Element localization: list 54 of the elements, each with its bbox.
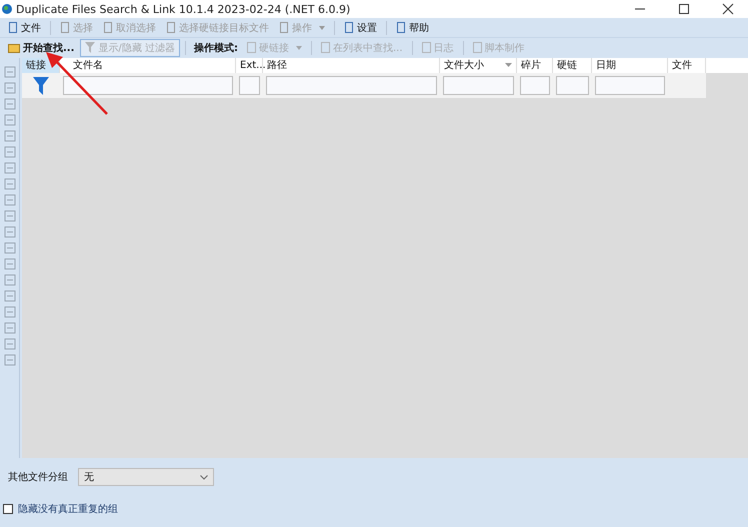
window-title: Duplicate Files Search & Link 10.1.4 2023-02-24 (.NET 6.0.9) [16,2,350,16]
mode-label: 操作模式: [192,42,239,54]
document-icon [344,22,354,33]
document-icon [60,22,70,33]
tool-icon[interactable] [4,98,16,110]
menu-item[interactable]: 帮助 [392,20,433,36]
filter-field[interactable] [239,76,260,95]
tool-icon[interactable] [4,242,16,254]
document-icon [166,22,176,33]
tool-icon[interactable] [4,290,16,302]
square-icon [320,42,330,53]
tool-icon[interactable] [4,194,16,206]
group-label: 其他文件分组 [8,470,68,484]
menu-item[interactable]: 设置 [340,20,381,36]
funnel-icon[interactable] [33,76,49,94]
maximize-icon[interactable] [678,3,690,15]
document-icon [8,22,18,33]
filter-field[interactable] [266,76,437,95]
tool-icon[interactable] [4,274,16,286]
tool-icon[interactable] [4,82,16,94]
chevron-down-icon [200,474,208,480]
menu-item[interactable]: 文件 [4,20,45,36]
filter-field[interactable] [443,76,514,95]
tool-icon[interactable] [4,306,16,318]
tool-icon[interactable] [4,354,16,366]
close-icon[interactable] [722,3,734,15]
group-dropdown[interactable]: 无 [78,468,214,486]
tool-icon[interactable] [4,146,16,158]
filter-field[interactable] [556,76,589,95]
square-icon [246,42,256,53]
tool-icon[interactable] [4,258,16,270]
filter-field[interactable] [520,76,550,95]
tool-icon[interactable] [4,210,16,222]
square-icon [422,42,431,53]
square-icon [472,42,482,53]
folder-icon [8,42,20,53]
tool-icon[interactable] [4,114,16,126]
funnel-icon [85,42,96,53]
tool-icon[interactable] [4,226,16,238]
globe-icon [2,4,12,14]
tool-icon[interactable] [4,178,16,190]
tool-icon[interactable] [4,322,16,334]
tool-icon[interactable] [4,66,16,78]
document-icon [279,22,289,33]
tool-icon[interactable] [4,162,16,174]
checkbox[interactable] [3,504,13,514]
checkbox-label: 隐藏没有真正重复的组 [18,502,118,516]
filter-field[interactable] [63,76,233,95]
tool-icon[interactable] [4,130,16,142]
filter-field[interactable] [595,76,665,95]
toolbar-button[interactable]: 开始查找... [4,40,78,56]
document-icon [396,22,406,33]
tool-icon[interactable] [4,338,16,350]
document-icon [103,22,113,33]
